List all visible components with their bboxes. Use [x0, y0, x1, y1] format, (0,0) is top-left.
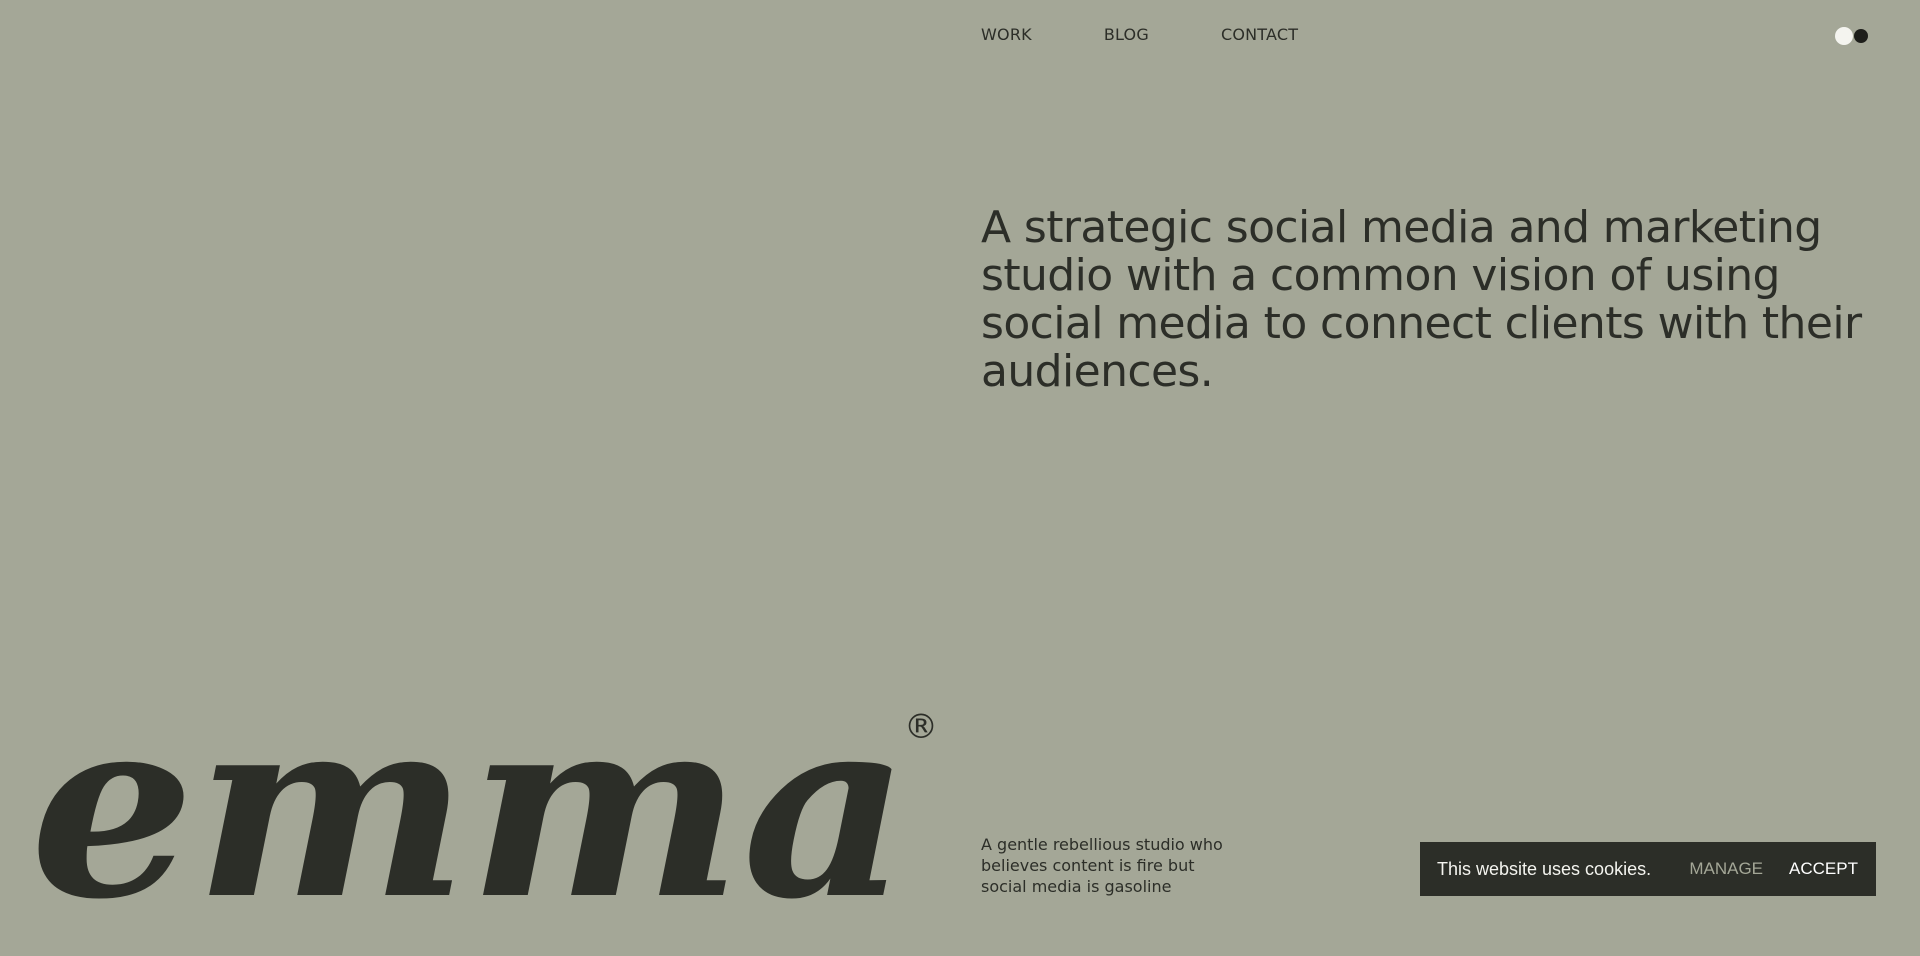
emma-logo[interactable]: emma ® — [30, 690, 950, 910]
nav-work-link[interactable]: WORK — [981, 25, 1032, 45]
light-mode-dot-icon — [1835, 27, 1853, 45]
page: WORK BLOG CONTACT A strategic social med… — [0, 0, 1920, 956]
cookie-message: This website uses cookies. — [1437, 858, 1652, 879]
theme-toggle-icon[interactable] — [1835, 26, 1871, 46]
nav-contact-link[interactable]: CONTACT — [1221, 25, 1298, 45]
tagline: A gentle rebellious studio who believes … — [981, 835, 1223, 896]
logo-wordmark: emma — [30, 690, 910, 910]
cookie-accept-button[interactable]: ACCEPT — [1789, 859, 1858, 879]
main-nav: WORK BLOG CONTACT — [981, 25, 1370, 45]
hero-headline: A strategic social media and marketing s… — [981, 202, 1862, 397]
nav-blog-link[interactable]: BLOG — [1104, 25, 1149, 45]
registered-mark-icon: ® — [904, 707, 938, 747]
cookie-manage-button[interactable]: MANAGE — [1689, 859, 1763, 879]
dark-mode-dot-icon — [1854, 29, 1868, 43]
cookie-banner: This website uses cookies. MANAGE ACCEPT — [1420, 842, 1876, 896]
